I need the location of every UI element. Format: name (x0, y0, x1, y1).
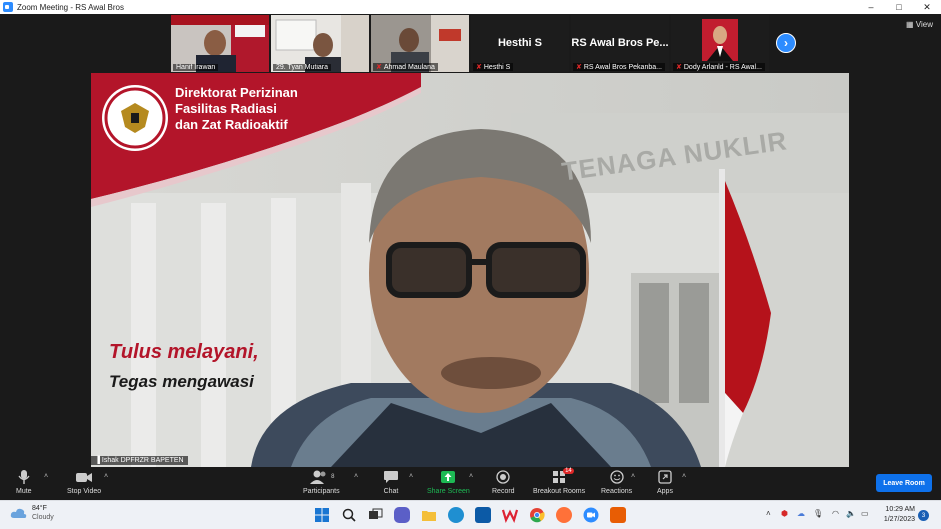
video-options-caret[interactable]: ˄ (104, 473, 108, 480)
participant-tile[interactable]: ✘ Dody Arlanld - RS Awal... (671, 15, 769, 72)
breakout-rooms-button[interactable]: 14 Breakout Rooms (533, 468, 585, 495)
record-icon (496, 469, 510, 485)
participant-gallery: Hanif Irawan 29. Tyan Mutiara ✘ Ahmad Mau (0, 14, 941, 73)
share-screen-button[interactable]: Share Screen (427, 469, 470, 495)
motto-line-2: Tegas mengawasi (109, 372, 254, 391)
apps-options-caret[interactable]: ˄ (682, 473, 686, 480)
chrome-icon[interactable] (529, 507, 545, 523)
participant-tile[interactable]: Hesthi S ✘ Hesthi S (471, 15, 569, 72)
reactions-button[interactable]: Reactions (601, 469, 632, 495)
wps-office-icon[interactable] (501, 507, 519, 523)
edge-browser-icon[interactable] (448, 507, 464, 523)
stop-video-button[interactable]: Stop Video (67, 469, 101, 495)
participant-name: ✘ Ahmad Maulana (373, 63, 438, 71)
muted-mic-icon: ✘ (576, 64, 582, 71)
speaker-icon[interactable]: 🔈 (846, 509, 856, 518)
participants-button[interactable]: 8 Participants (303, 469, 340, 495)
system-clock[interactable]: 10:29 AM 1/27/2023 (884, 505, 915, 525)
chat-options-caret[interactable]: ˄ (409, 473, 413, 480)
muted-mic-icon: ✘ (476, 64, 482, 71)
participants-icon: 8 (308, 469, 334, 485)
title-bar: Zoom Meeting - RS Awal Bros – □ ✕ (0, 0, 941, 14)
participants-count: 8 (331, 474, 335, 480)
zoom-logo-icon (3, 2, 13, 12)
maximize-button[interactable]: □ (885, 0, 913, 14)
reactions-options-caret[interactable]: ˄ (631, 473, 635, 480)
microphone-tray-icon[interactable]: 🎙 (813, 509, 823, 518)
video-camera-icon (75, 469, 93, 485)
chevron-right-icon: › (784, 36, 788, 50)
smiley-icon (609, 469, 624, 485)
grid-view-icon: ▦ (906, 20, 914, 29)
teams-chat-icon[interactable] (394, 507, 410, 523)
participant-display-name: Hesthi S (497, 37, 542, 49)
muted-mic-icon: ✘ (376, 64, 382, 71)
weather-widget[interactable]: 84°F Cloudy (10, 504, 54, 522)
participant-name: ✘ RS Awal Bros Pekanba... (573, 63, 665, 71)
participant-name: 29. Tyan Mutiara (273, 64, 332, 71)
file-explorer-icon[interactable] (421, 507, 437, 523)
notification-badge[interactable]: 3 (918, 510, 929, 521)
search-icon[interactable] (341, 507, 357, 523)
breakout-rooms-icon: 14 (552, 468, 574, 485)
chevron-up-icon[interactable]: ˄ (766, 509, 771, 518)
window-title: Zoom Meeting - RS Awal Bros (17, 2, 125, 12)
active-speaker-video: Direktorat Perizinan Fasilitas Radiasi d… (91, 73, 849, 467)
participant-display-name: RS Awal Bros Pe... (571, 37, 669, 49)
participants-options-caret[interactable]: ˄ (354, 473, 358, 480)
view-button[interactable]: ▦ View (906, 20, 933, 29)
minimize-button[interactable]: – (857, 0, 885, 14)
store-icon[interactable] (475, 507, 491, 523)
wifi-icon[interactable]: ◠ (832, 509, 839, 518)
firefox-icon[interactable] (556, 507, 572, 523)
gallery-next-button[interactable]: › (776, 33, 796, 53)
chat-button[interactable]: Chat (383, 469, 399, 495)
task-view-icon[interactable] (367, 507, 383, 523)
windows-start-icon[interactable] (314, 507, 330, 523)
antivirus-tray-icon[interactable]: ⬢ (781, 509, 788, 518)
chat-bubble-icon (383, 469, 399, 485)
participant-tile[interactable]: Hanif Irawan (171, 15, 269, 72)
breakout-badge: 14 (563, 468, 574, 474)
mute-options-caret[interactable]: ˄ (44, 473, 48, 480)
participant-name: ✘ Hesthi S (473, 63, 514, 71)
record-button[interactable]: Record (492, 469, 515, 495)
banner-title: Direktorat Perizinan Fasilitas Radiasi d… (175, 85, 298, 132)
media-player-icon[interactable] (610, 507, 626, 523)
leave-room-button[interactable]: Leave Room (876, 474, 932, 492)
signal-bars-icon: ▐ (95, 457, 100, 464)
apps-icon (658, 469, 672, 485)
battery-icon[interactable]: ▭ (861, 509, 869, 518)
share-arrow-icon (440, 469, 456, 485)
window-controls: – □ ✕ (857, 0, 941, 14)
muted-mic-icon: ✘ (676, 64, 682, 71)
zoom-app-icon[interactable] (583, 507, 599, 523)
mute-button[interactable]: Mute (16, 469, 32, 495)
share-options-caret[interactable]: ˄ (469, 473, 473, 480)
microphone-icon (17, 469, 31, 485)
apps-button[interactable]: Apps (657, 469, 673, 495)
motto-line-1: Tulus melayani, (109, 341, 259, 363)
participant-tile[interactable]: RS Awal Bros Pe... ✘ RS Awal Bros Pekanba… (571, 15, 669, 72)
onedrive-cloud-icon[interactable]: ☁ (797, 509, 805, 518)
zoom-window: Zoom Meeting - RS Awal Bros – □ ✕ Hanif … (0, 0, 941, 529)
participant-tile[interactable]: 29. Tyan Mutiara (271, 15, 369, 72)
cloud-icon (10, 508, 27, 518)
meeting-toolbar: Mute ˄ Stop Video ˄ 8 Participants ˄ Cha… (0, 467, 941, 500)
participant-tile[interactable]: ✘ Ahmad Maulana (371, 15, 469, 72)
participant-name: Hanif Irawan (173, 64, 219, 71)
close-button[interactable]: ✕ (913, 0, 941, 14)
windows-taskbar: 84°F Cloudy ˄ ⬢ ☁ 🎙 ◠ 🔈 ▭ 10:29 AM 1/27/… (0, 500, 941, 529)
speaker-name-label: ▐ Ishak DPFRZR BAPETEN (91, 456, 188, 465)
participant-name: ✘ Dody Arlanld - RS Awal... (673, 63, 765, 71)
